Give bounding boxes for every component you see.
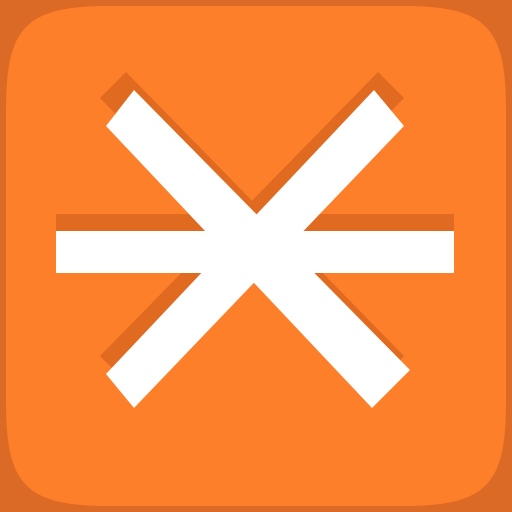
app-icon	[0, 0, 512, 512]
app-icon-svg	[0, 0, 512, 512]
